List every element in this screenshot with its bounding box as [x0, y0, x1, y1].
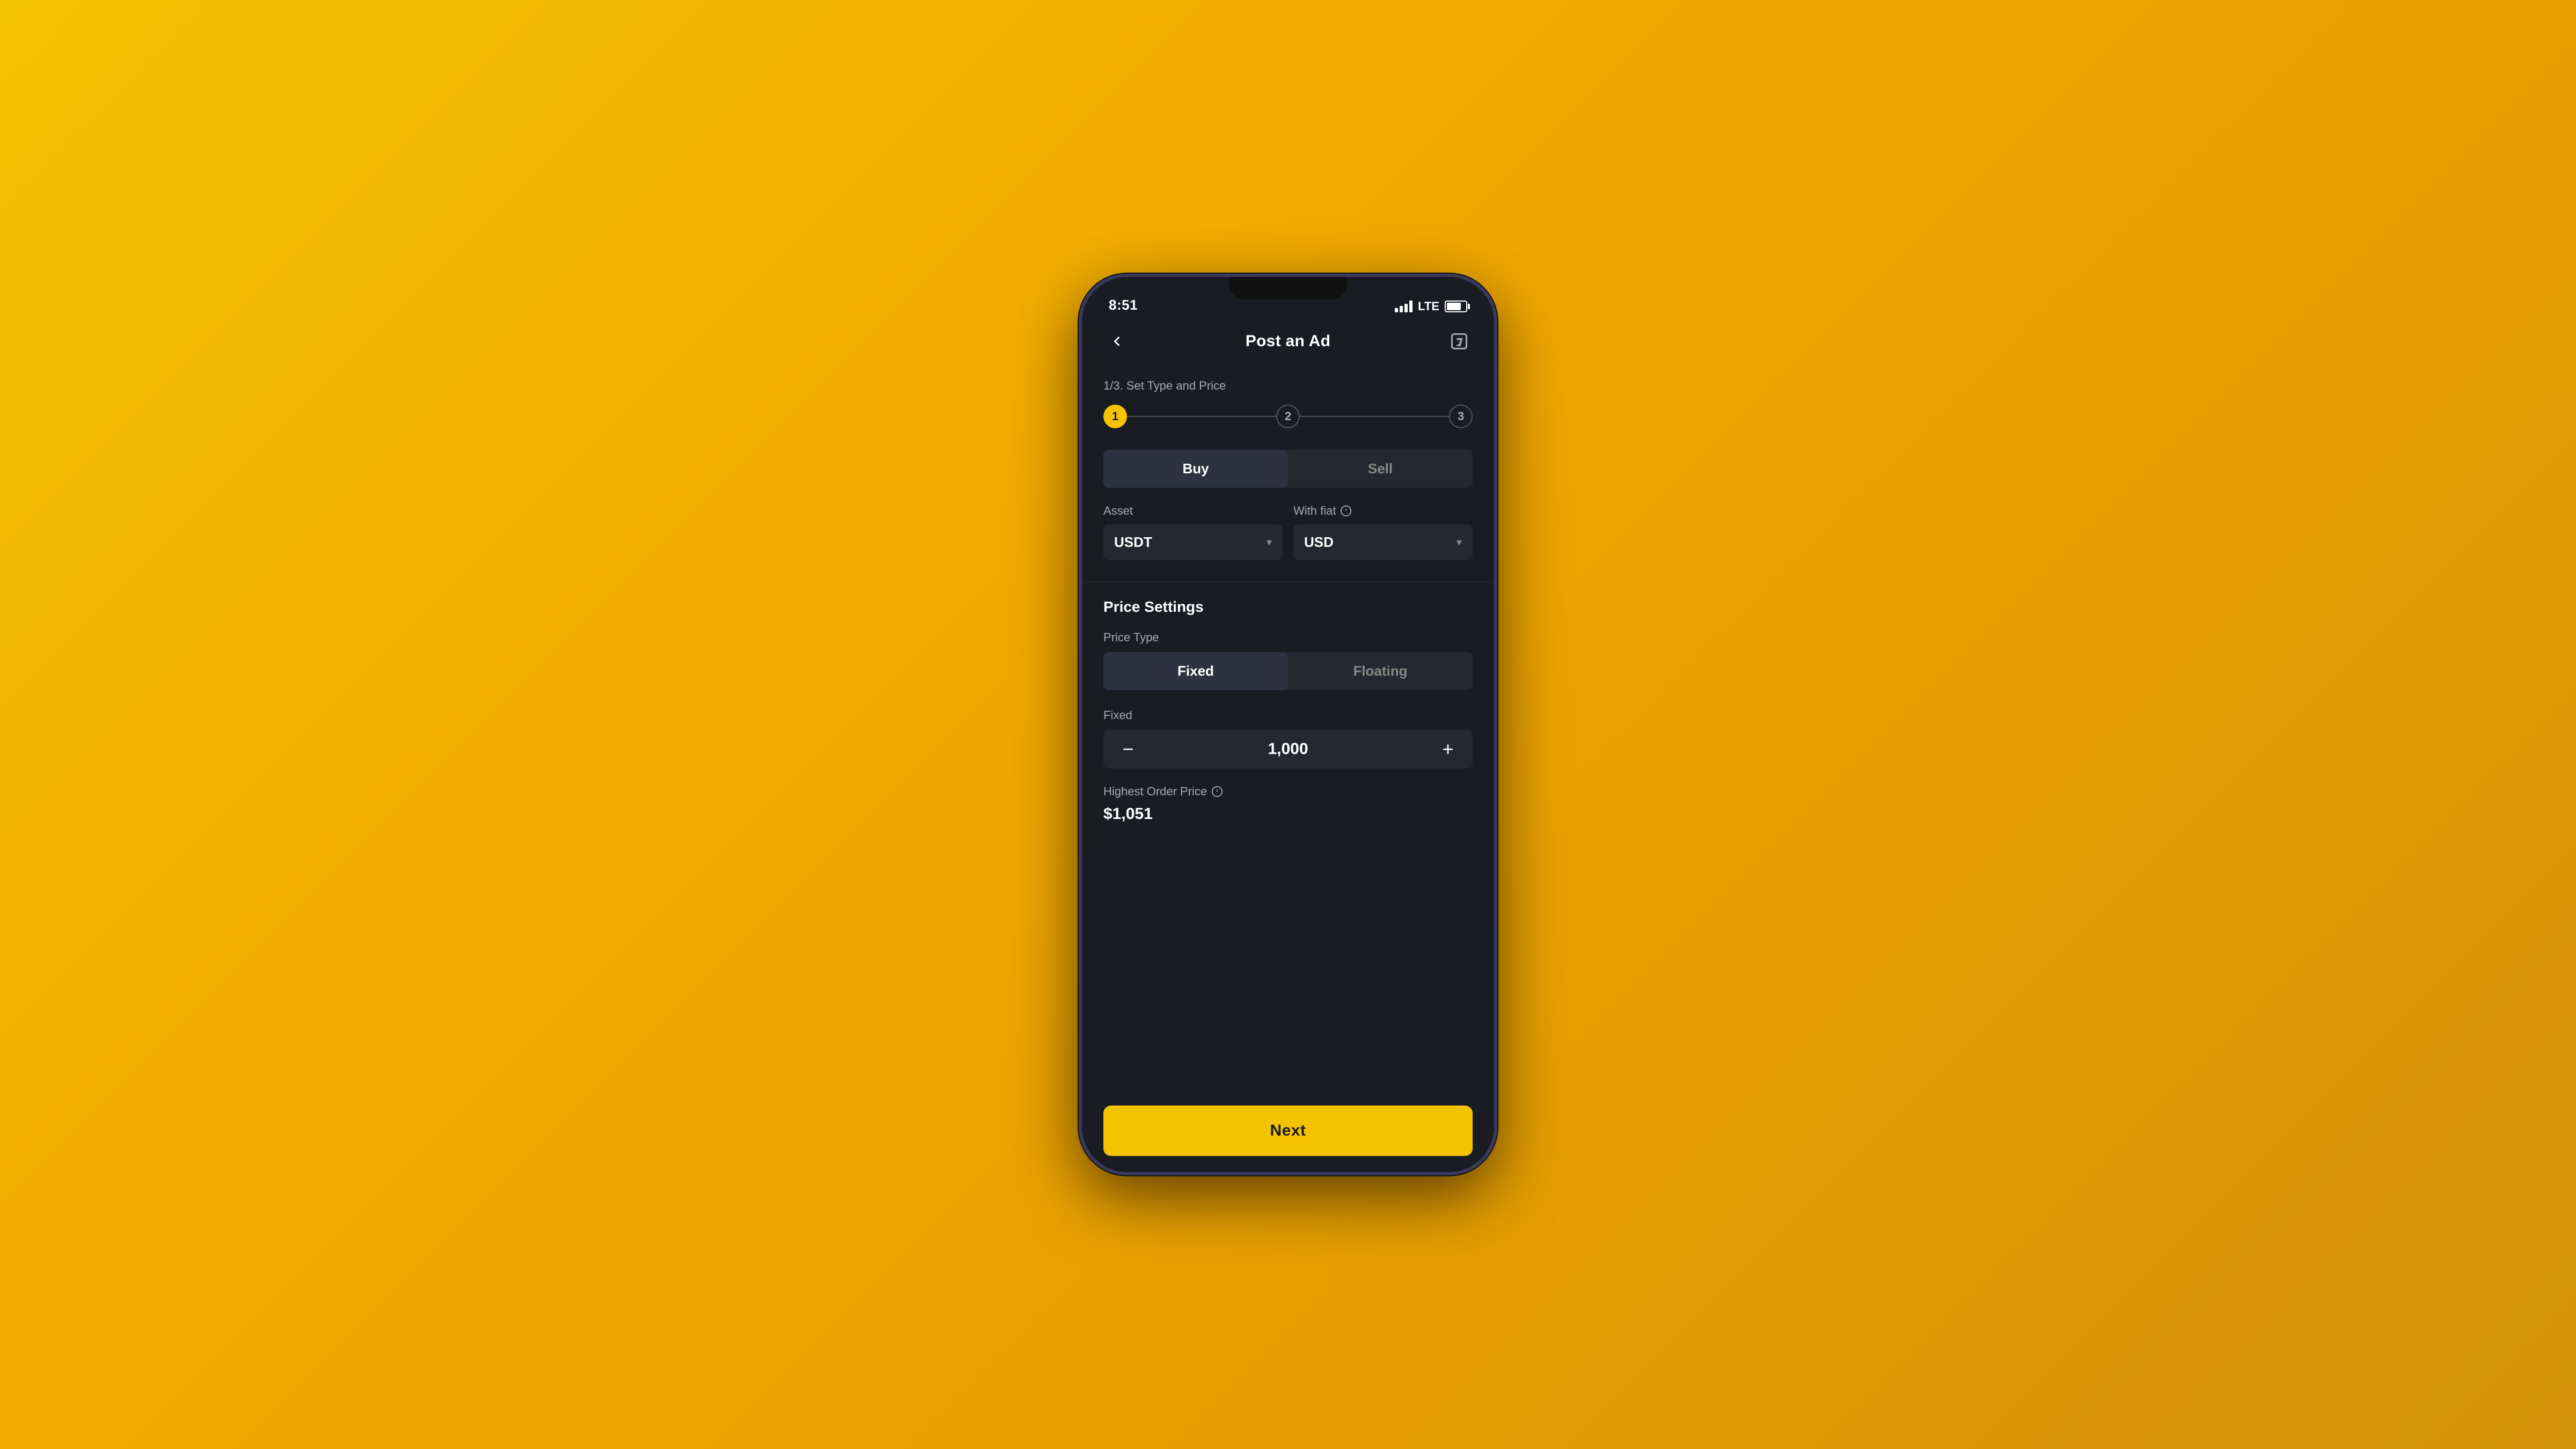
fixed-input-row: − + — [1103, 730, 1473, 769]
asset-row: Asset USDT ▾ With fiat — [1103, 504, 1473, 560]
step-progress: 1 2 3 — [1103, 405, 1473, 428]
trade-type-toggle: Buy Sell — [1103, 450, 1473, 488]
step-line-2-3 — [1300, 416, 1449, 417]
phone-device: 8:51 LTE — [1079, 274, 1497, 1175]
next-button-wrapper: Next — [1082, 1095, 1494, 1172]
notch — [1229, 277, 1347, 299]
price-type-toggle: Fixed Floating — [1103, 652, 1473, 690]
fiat-arrow-icon: ▾ — [1457, 536, 1462, 549]
step-3-circle: 3 — [1449, 405, 1473, 428]
battery-icon — [1445, 301, 1467, 312]
asset-value: USDT — [1114, 534, 1152, 551]
lte-label: LTE — [1418, 299, 1439, 313]
svg-text:?: ? — [1457, 338, 1461, 347]
asset-label: Asset — [1103, 504, 1283, 518]
content-area: 1/3. Set Type and Price 1 2 3 Buy Sell — [1082, 363, 1494, 1095]
fixed-input-label: Fixed — [1103, 708, 1473, 722]
step-line-1-2 — [1127, 416, 1276, 417]
status-time: 8:51 — [1109, 297, 1138, 313]
asset-group: Asset USDT ▾ — [1103, 504, 1283, 560]
screen: 8:51 LTE — [1082, 277, 1494, 1172]
nav-header: Post an Ad ? — [1082, 320, 1494, 363]
page-title: Post an Ad — [1246, 332, 1331, 350]
highest-order-price-value: $1,051 — [1103, 805, 1473, 823]
back-button[interactable] — [1103, 328, 1130, 355]
floating-type-button[interactable]: Floating — [1288, 652, 1473, 690]
battery-fill — [1447, 303, 1461, 310]
fixed-type-button[interactable]: Fixed — [1103, 652, 1288, 690]
fiat-group: With fiat USD ▾ — [1293, 504, 1473, 560]
asset-arrow-icon: ▾ — [1267, 536, 1272, 549]
step-label: 1/3. Set Type and Price — [1103, 379, 1473, 393]
sell-button[interactable]: Sell — [1288, 450, 1473, 488]
fiat-label: With fiat — [1293, 504, 1473, 518]
step-2-circle: 2 — [1276, 405, 1300, 428]
fiat-value: USD — [1304, 534, 1334, 551]
fiat-select[interactable]: USD ▾ — [1293, 524, 1473, 560]
asset-select[interactable]: USDT ▾ — [1103, 524, 1283, 560]
next-button[interactable]: Next — [1103, 1106, 1473, 1156]
decrement-button[interactable]: − — [1114, 735, 1142, 763]
increment-button[interactable]: + — [1434, 735, 1462, 763]
price-type-label: Price Type — [1103, 631, 1473, 645]
help-button[interactable]: ? — [1446, 328, 1473, 355]
phone-shell: 8:51 LTE — [1079, 274, 1497, 1175]
step-1-circle: 1 — [1103, 405, 1127, 428]
highest-order-price-label: Highest Order Price — [1103, 785, 1473, 799]
content-spacer — [1103, 823, 1473, 1079]
signal-icon — [1395, 301, 1413, 312]
price-settings-title: Price Settings — [1103, 598, 1473, 616]
fixed-price-input[interactable] — [1147, 740, 1429, 758]
buy-button[interactable]: Buy — [1103, 450, 1288, 488]
status-icons: LTE — [1395, 299, 1467, 313]
